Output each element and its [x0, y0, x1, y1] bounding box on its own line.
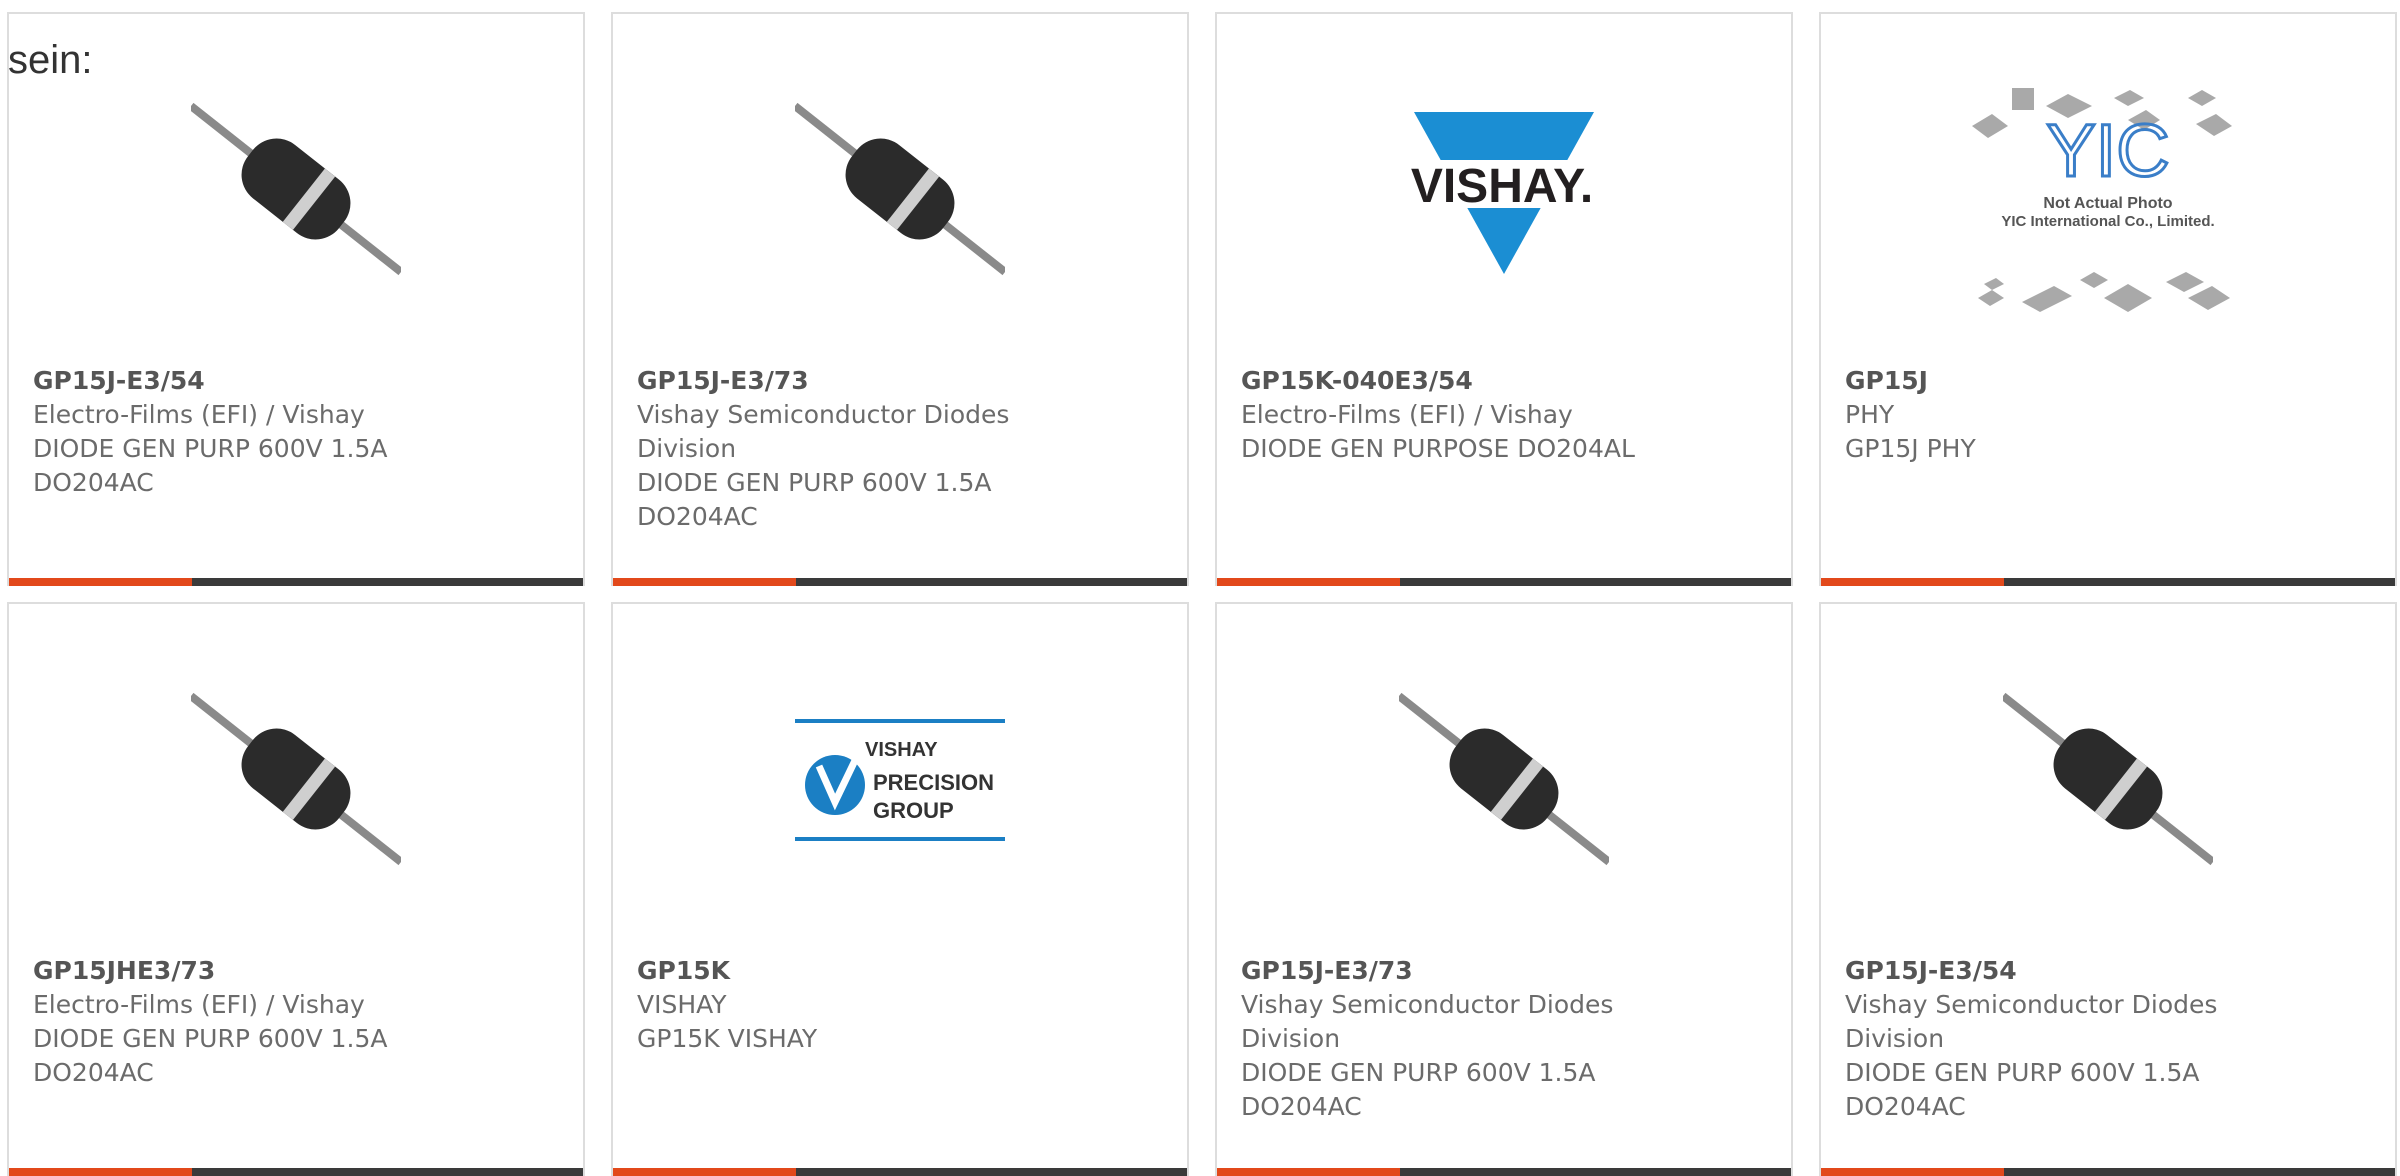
manufacturer: VISHAY: [637, 990, 727, 1019]
vishay-precision-logo-image[interactable]: VISHAY PRECISION GROUP: [795, 674, 1005, 884]
product-card[interactable]: GP15J-E3/73 Vishay Semiconductor Diodes …: [1215, 602, 1793, 1176]
diode-icon: [191, 692, 401, 866]
card-bar-accent: [613, 578, 796, 586]
company-caption: YIC International Co., Limited.: [2001, 213, 2214, 230]
diode-icon: [191, 102, 401, 276]
diode-image[interactable]: [1399, 674, 1609, 884]
logo-line-2: PRECISION: [873, 770, 994, 795]
part-number[interactable]: GP15J-E3/54: [1845, 954, 2371, 988]
description: GP15K VISHAY: [637, 1024, 818, 1053]
description: DIODE GEN PURP 600V 1.5A DO204AC: [637, 468, 992, 531]
card-bar: [9, 1168, 583, 1176]
manufacturer: Electro-Films (EFI) / Vishay: [33, 400, 365, 429]
description: DIODE GEN PURP 600V 1.5A DO204AC: [1845, 1058, 2200, 1121]
part-number[interactable]: GP15J-E3/73: [637, 364, 1163, 398]
vishay-precision-logo-icon: VISHAY PRECISION GROUP: [795, 719, 1005, 841]
logo-line-3: GROUP: [873, 798, 954, 823]
manufacturer: Vishay Semiconductor Diodes Division: [1845, 990, 2218, 1053]
part-number[interactable]: GP15J: [1845, 364, 2371, 398]
product-card[interactable]: GP15J-E3/73 Vishay Semiconductor Diodes …: [611, 12, 1189, 586]
card-bar: [1821, 578, 2395, 586]
manufacturer: Electro-Films (EFI) / Vishay: [1241, 400, 1573, 429]
product-card[interactable]: VISHAY. GP15K-040E3/54 Electro-Films (EF…: [1215, 12, 1793, 586]
card-bar-accent: [1821, 578, 2004, 586]
diode-image[interactable]: [191, 84, 401, 294]
diode-image[interactable]: [191, 674, 401, 884]
diode-image[interactable]: [2003, 674, 2213, 884]
product-card[interactable]: GP15JHE3/73 Electro-Films (EFI) / Vishay…: [7, 602, 585, 1176]
vishay-logo-text: VISHAY.: [1411, 160, 1593, 213]
component-collage-icon: YIC Not Actual Photo YIC International C…: [1972, 88, 2232, 312]
card-bar-accent: [9, 578, 192, 586]
card-bar: [9, 578, 583, 586]
not-actual-photo-image[interactable]: YIC Not Actual Photo YIC International C…: [1968, 88, 2248, 312]
vishay-logo-icon: VISHAY.: [1399, 112, 1609, 274]
description: DIODE GEN PURP 600V 1.5A DO204AC: [33, 434, 388, 497]
card-bar-accent: [9, 1168, 192, 1176]
logo-line-1: VISHAY: [865, 739, 938, 761]
product-card[interactable]: VISHAY PRECISION GROUP GP15K VISHAY GP15…: [611, 602, 1189, 1176]
card-bar-accent: [1821, 1168, 2004, 1176]
not-actual-photo-caption: Not Actual Photo: [2043, 195, 2172, 212]
description: DIODE GEN PURP 600V 1.5A DO204AC: [1241, 1058, 1596, 1121]
card-bar-accent: [1217, 578, 1400, 586]
card-bar-accent: [613, 1168, 796, 1176]
manufacturer: Vishay Semiconductor Diodes Division: [637, 400, 1010, 463]
diode-icon: [1399, 692, 1609, 866]
card-bar: [1217, 578, 1791, 586]
description: DIODE GEN PURPOSE DO204AL: [1241, 434, 1635, 463]
card-bar: [1217, 1168, 1791, 1176]
part-number[interactable]: GP15JHE3/73: [33, 954, 559, 988]
vishay-logo-image[interactable]: VISHAY.: [1399, 84, 1609, 294]
diode-icon: [2003, 692, 2213, 866]
part-number[interactable]: GP15K-040E3/54: [1241, 364, 1767, 398]
yic-logo: YIC: [2046, 109, 2169, 192]
card-bar: [1821, 1168, 2395, 1176]
part-number[interactable]: GP15K: [637, 954, 1163, 988]
product-card[interactable]: GP15J-E3/54 Vishay Semiconductor Diodes …: [1819, 602, 2397, 1176]
diode-image[interactable]: [795, 84, 1005, 294]
product-card[interactable]: GP15J-E3/54 Electro-Films (EFI) / Vishay…: [7, 12, 585, 586]
card-bar: [613, 1168, 1187, 1176]
card-bar-accent: [1217, 1168, 1400, 1176]
diode-icon: [795, 102, 1005, 276]
manufacturer: PHY: [1845, 400, 1895, 429]
product-card[interactable]: YIC Not Actual Photo YIC International C…: [1819, 12, 2397, 586]
part-number[interactable]: GP15J-E3/54: [33, 364, 559, 398]
card-bar: [613, 578, 1187, 586]
manufacturer: Vishay Semiconductor Diodes Division: [1241, 990, 1614, 1053]
intro-text: sein:: [8, 38, 93, 82]
manufacturer: Electro-Films (EFI) / Vishay: [33, 990, 365, 1019]
description: GP15J PHY: [1845, 434, 1976, 463]
part-number[interactable]: GP15J-E3/73: [1241, 954, 1767, 988]
description: DIODE GEN PURP 600V 1.5A DO204AC: [33, 1024, 388, 1087]
